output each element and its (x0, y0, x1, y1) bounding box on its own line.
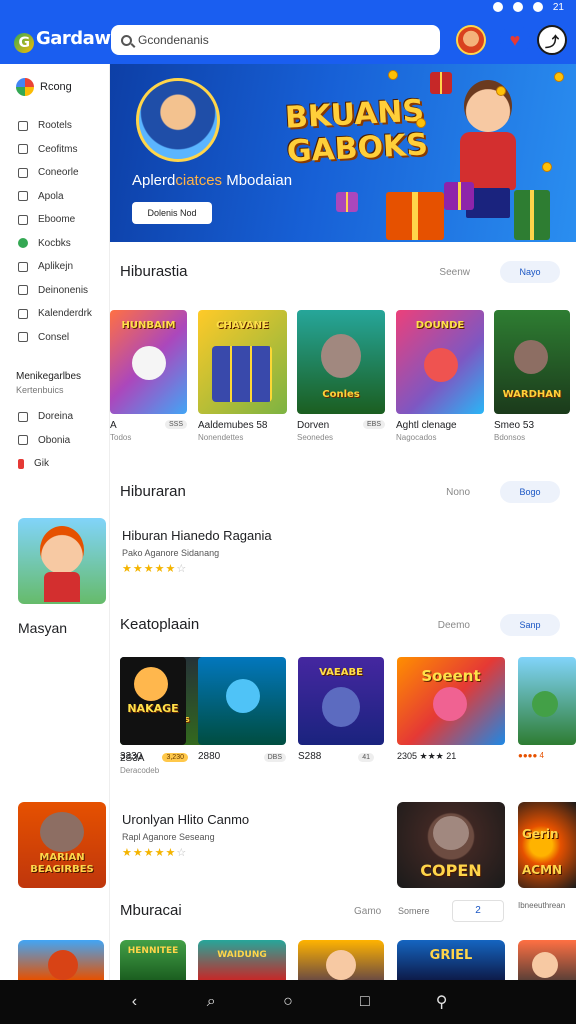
stars-filled: ★★★★★ (122, 563, 177, 575)
app-card[interactable]: WAIDUNG (198, 940, 286, 980)
promo-art-text: COPEN (420, 861, 482, 880)
app-card-art-text: WAIDUNG (217, 950, 267, 960)
featured-art-text: MARIAN BEAGIRBES (30, 852, 94, 875)
featured-character (40, 526, 84, 574)
rating-stars: ★★★★★☆ (122, 846, 187, 859)
feature-layer: Hiburan Hianedo Ragania Pako Aganore Sid… (0, 0, 576, 980)
star-empty-icon: ☆ (176, 563, 188, 575)
section-subtitle: Somere (398, 906, 430, 916)
search-nav-icon[interactable]: ⌕ (199, 993, 223, 1011)
filter-pill-button[interactable]: 2 (452, 900, 504, 922)
app-card-character (48, 950, 78, 980)
pill-label: 2 (475, 905, 481, 916)
app-card-art-text: HENNITEE (127, 946, 179, 956)
assistant-icon[interactable]: ⚲ (430, 992, 454, 1012)
app-card-character (532, 952, 558, 978)
stars-filled: ★★★★★ (122, 847, 177, 859)
promo-card[interactable]: COPEN (397, 802, 505, 888)
app-card-character (326, 950, 356, 980)
star-empty-icon: ☆ (176, 847, 188, 859)
app-card[interactable]: HENNITEE (120, 940, 186, 980)
row-label: Masyan (18, 620, 68, 636)
featured-character (40, 812, 84, 852)
featured-app-title: Uronlyan Hlito Canmo (122, 812, 250, 827)
featured-app-subtitle: Pako Aganore Sidanang (122, 548, 220, 558)
home-nav-icon[interactable]: ○ (276, 993, 300, 1011)
featured-app[interactable]: Hiburan Hianedo Ragania Pako Aganore Sid… (18, 518, 458, 604)
featured-app-title: Hiburan Hianedo Ragania (122, 528, 272, 543)
system-nav-bar: ‹ ⌕ ○ □ ⚲ (0, 980, 576, 1024)
app-card[interactable]: GRIEL (397, 940, 505, 980)
featured-app-subtitle: Rapl Aganore Seseang (122, 832, 215, 842)
section-header: Mburacai Gamo Somere 2 (120, 900, 510, 924)
recent-apps-icon[interactable]: □ (353, 993, 377, 1011)
promo-character (433, 816, 469, 850)
featured-app-thumbnail (18, 518, 106, 604)
promo-meta: Ibneeuthrean (518, 901, 566, 910)
featured-character-body (44, 572, 80, 602)
featured-app-thumbnail: MARIAN BEAGIRBES (18, 802, 106, 888)
see-more-link[interactable]: Gamo (354, 906, 381, 917)
featured-app[interactable]: MARIAN BEAGIRBES Uronlyan Hlito Canmo Ra… (18, 802, 378, 888)
promo-art-text: Gerin ACMN (522, 827, 563, 877)
app-card-art-text: GRIEL (429, 948, 473, 963)
section-title: Mburacai (120, 902, 182, 919)
app-card[interactable] (18, 940, 104, 980)
app-card[interactable] (298, 940, 384, 980)
app-card[interactable] (518, 940, 576, 980)
back-icon[interactable]: ‹ (122, 993, 146, 1011)
promo-card[interactable]: Gerin ACMN (518, 802, 576, 888)
rating-stars: ★★★★★☆ (122, 562, 187, 575)
